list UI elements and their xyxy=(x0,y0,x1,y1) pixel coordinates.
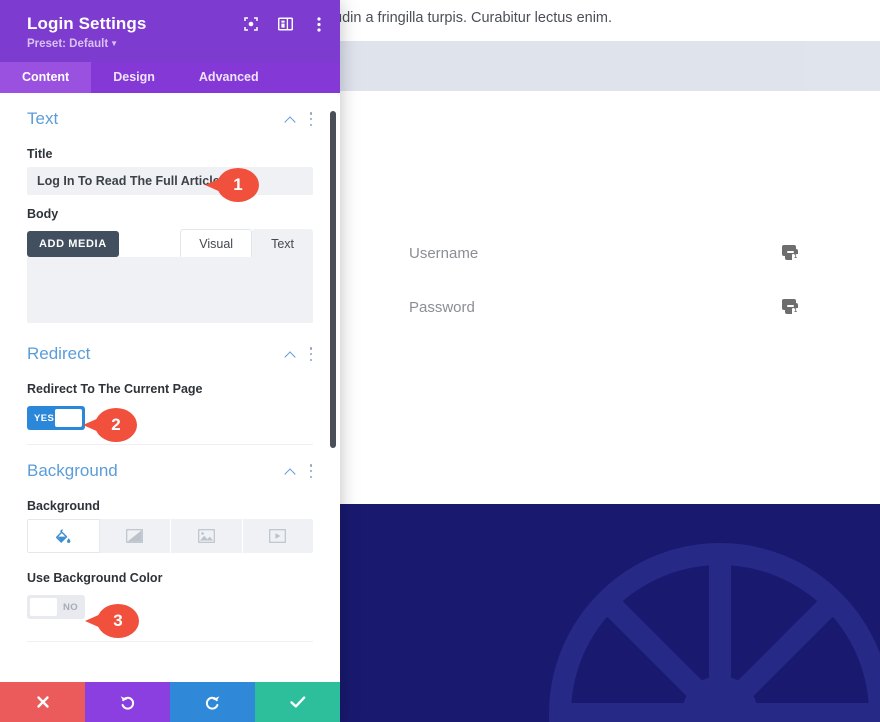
focus-mode-icon[interactable] xyxy=(240,13,262,35)
gradient-icon xyxy=(126,529,144,543)
undo-icon xyxy=(120,695,135,710)
section-options-icon[interactable] xyxy=(309,463,313,479)
preview-username-field[interactable]: Username 1 xyxy=(409,238,799,268)
password-label: Password xyxy=(409,298,475,316)
preset-selector[interactable]: Preset: Default ▼ xyxy=(27,38,118,50)
background-image-tab[interactable] xyxy=(171,519,243,553)
editor-tab-text[interactable]: Text xyxy=(252,229,313,257)
preview-password-field[interactable]: Password 1 xyxy=(409,292,799,322)
cancel-button[interactable] xyxy=(0,682,85,722)
redo-icon xyxy=(205,695,220,710)
video-icon xyxy=(269,529,287,543)
section-background-header[interactable]: Background xyxy=(27,445,313,487)
wheel-decoration-icon xyxy=(549,543,880,722)
chevron-up-icon[interactable] xyxy=(285,115,297,123)
section-options-icon[interactable] xyxy=(309,346,313,362)
use-background-color-toggle[interactable]: NO xyxy=(27,595,85,619)
tab-content[interactable]: Content xyxy=(0,62,92,93)
close-icon xyxy=(36,696,49,708)
preview-paragraph-text: udin a fringilla turpis. Curabitur lectu… xyxy=(334,10,613,26)
editor-tab-visual[interactable]: Visual xyxy=(180,229,253,257)
login-settings-modal: Login Settings Preset: Default ▼ Content… xyxy=(0,0,340,722)
chevron-down-icon: ▼ xyxy=(110,39,119,49)
body-textarea[interactable] xyxy=(27,257,313,323)
modal-footer xyxy=(0,682,340,722)
section-text: Text Title Body ADD MEDIA Visual Text xyxy=(0,93,340,328)
check-icon xyxy=(289,696,305,708)
editor-mode-tabs: Visual Text xyxy=(180,229,313,257)
background-gradient-tab[interactable] xyxy=(99,519,171,553)
modal-header: Login Settings Preset: Default ▼ xyxy=(0,0,340,62)
use-background-color-value: NO xyxy=(62,601,78,613)
password-manager-icon[interactable]: 1 xyxy=(782,245,799,261)
use-background-color-label: Use Background Color xyxy=(27,571,163,585)
section-redirect-header[interactable]: Redirect xyxy=(27,328,313,370)
section-text-title: Text xyxy=(27,109,59,128)
modal-tab-bar: Content Design Advanced xyxy=(0,62,340,93)
settings-scrollbar[interactable] xyxy=(328,93,338,682)
background-color-tab[interactable] xyxy=(27,519,100,553)
paint-bucket-icon xyxy=(55,528,71,543)
modal-header-icons xyxy=(240,13,330,35)
section-background: Background Background Use Background Col… xyxy=(0,445,340,642)
section-text-header[interactable]: Text xyxy=(27,93,313,135)
section-background-title: Background xyxy=(27,461,118,480)
username-label: Username xyxy=(409,244,479,262)
image-icon xyxy=(197,529,215,543)
title-field-label: Title xyxy=(27,147,53,161)
layout-view-icon[interactable] xyxy=(274,13,296,35)
body-editor-toolbar: ADD MEDIA Visual Text xyxy=(27,227,313,257)
modal-body: Text Title Body ADD MEDIA Visual Text xyxy=(0,93,340,682)
background-video-tab[interactable] xyxy=(242,519,313,553)
background-field-label: Background xyxy=(27,499,100,513)
body-field-label: Body xyxy=(27,207,59,221)
section-options-icon[interactable] xyxy=(309,111,313,127)
modal-title: Login Settings xyxy=(27,14,147,33)
section-redirect-title: Redirect xyxy=(27,344,91,363)
add-media-button[interactable]: ADD MEDIA xyxy=(27,231,119,257)
section-redirect: Redirect Redirect To The Current Page YE… xyxy=(0,328,340,445)
scrollbar-thumb[interactable] xyxy=(330,111,336,448)
chevron-up-icon[interactable] xyxy=(285,350,297,358)
undo-button[interactable] xyxy=(85,682,170,722)
toggle-knob xyxy=(30,598,57,616)
tab-advanced[interactable]: Advanced xyxy=(177,62,281,93)
redirect-toggle[interactable]: YES xyxy=(27,406,85,430)
more-options-icon[interactable] xyxy=(308,13,330,35)
preset-label: Preset: Default xyxy=(27,38,109,50)
redo-button[interactable] xyxy=(170,682,255,722)
chevron-up-icon[interactable] xyxy=(285,467,297,475)
tab-design[interactable]: Design xyxy=(91,62,177,93)
redirect-toggle-label: Redirect To The Current Page xyxy=(27,382,203,396)
toggle-knob xyxy=(55,409,82,427)
password-manager-icon[interactable]: 1 xyxy=(782,299,799,315)
save-button[interactable] xyxy=(255,682,340,722)
divider xyxy=(27,641,313,642)
settings-scroll-area: Text Title Body ADD MEDIA Visual Text xyxy=(0,93,340,682)
background-type-tabs xyxy=(27,519,313,553)
title-input[interactable] xyxy=(27,167,313,195)
